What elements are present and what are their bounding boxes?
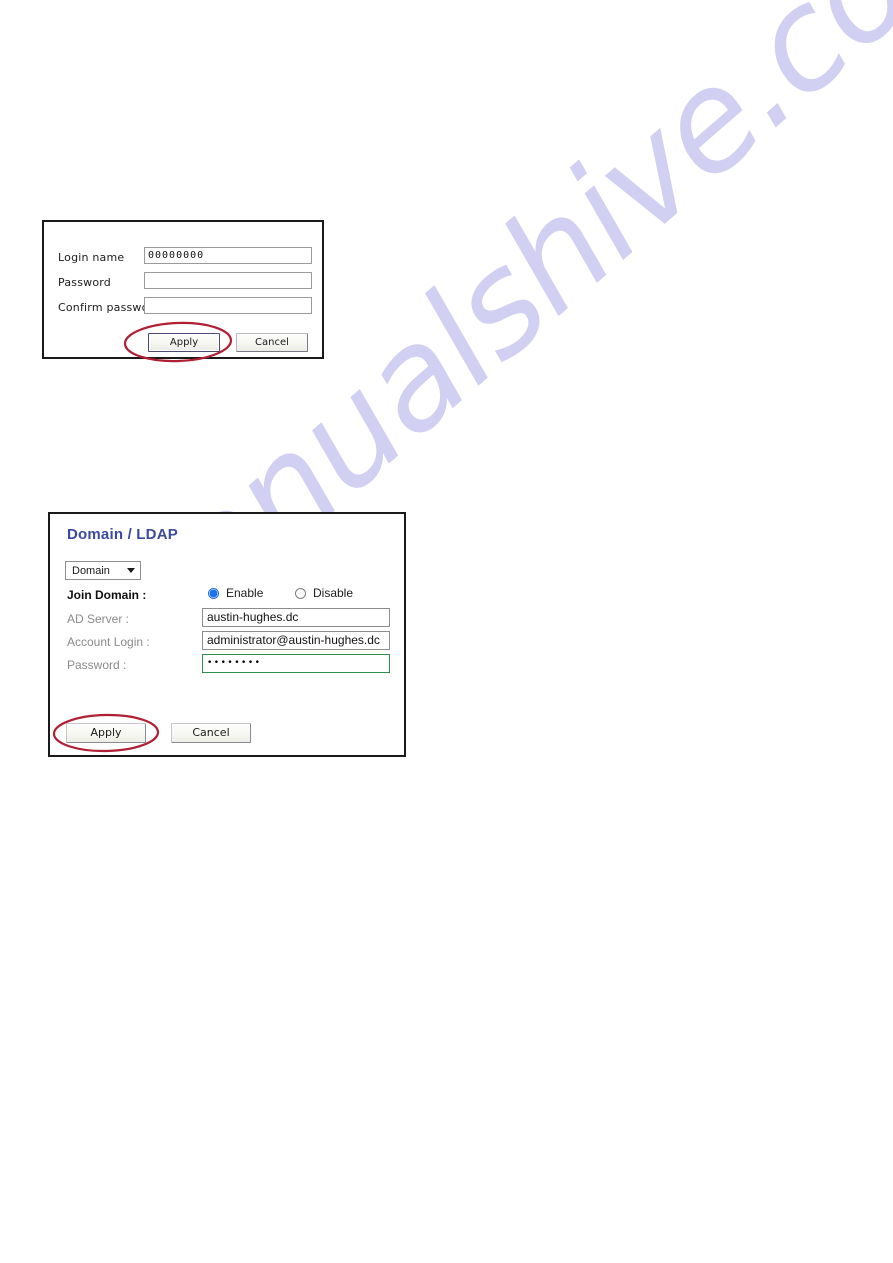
radio-disable-label: Disable xyxy=(313,586,354,600)
confirm-password-input[interactable] xyxy=(144,297,312,314)
radio-enable-label: Enable xyxy=(226,586,264,600)
domain-ldap-panel: Domain / LDAP Domain Join Domain : Enabl… xyxy=(48,512,406,757)
ad-server-input[interactable]: austin-hughes.dc xyxy=(202,608,390,627)
password-label: Password xyxy=(58,275,111,289)
password-row: Password xyxy=(58,273,111,291)
login-name-row: Login name xyxy=(58,248,124,266)
mode-select-value: Domain xyxy=(72,564,110,577)
radio-enable-icon[interactable] xyxy=(208,587,219,599)
domain-password-label: Password : xyxy=(67,658,127,672)
radio-disable[interactable]: Disable xyxy=(295,586,353,600)
domain-password-input[interactable]: •••••••• xyxy=(202,654,390,673)
account-login-label: Account Login : xyxy=(67,635,150,649)
password-input[interactable] xyxy=(144,272,312,289)
account-login-input[interactable]: administrator@austin-hughes.dc xyxy=(202,631,390,650)
ad-server-label: AD Server : xyxy=(67,612,130,626)
login-name-input[interactable]: 00000000 xyxy=(144,247,312,264)
login-name-label: Login name xyxy=(58,250,125,264)
user-account-panel: Login name 00000000 Password Confirm pas… xyxy=(42,220,324,359)
apply-button[interactable]: Apply xyxy=(148,333,220,352)
page-root: manualshive.com Login name 00000000 Pass… xyxy=(0,0,893,1263)
chevron-down-icon xyxy=(127,568,135,573)
apply-button[interactable]: Apply xyxy=(66,723,146,743)
radio-disable-icon[interactable] xyxy=(295,587,306,599)
radio-enable[interactable]: Enable xyxy=(208,586,263,600)
cancel-button[interactable]: Cancel xyxy=(171,723,251,743)
cancel-button[interactable]: Cancel xyxy=(236,333,308,352)
page-title: Domain / LDAP xyxy=(67,526,178,543)
mode-select[interactable]: Domain xyxy=(65,561,141,580)
join-domain-label: Join Domain : xyxy=(67,588,147,602)
